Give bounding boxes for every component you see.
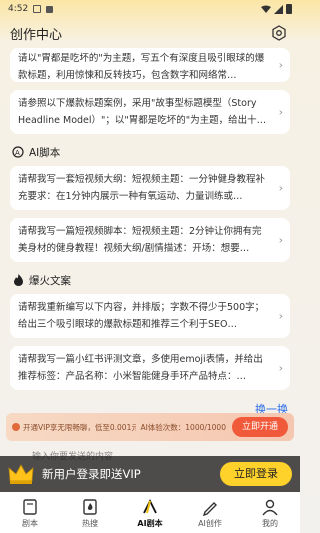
- pen-icon: [202, 502, 217, 516]
- open-vip-button[interactable]: 立即开通: [231, 417, 288, 437]
- section-title-label: 爆火文案: [29, 274, 71, 287]
- wifi-icon: [261, 5, 271, 13]
- book-icon: [23, 499, 37, 515]
- settings-icon[interactable]: [270, 24, 288, 42]
- prompt-card[interactable]: 请帮我写一套短视频大纲：短视频主题：一分钟健身教程补充要求：在1分钟内展示一种有…: [10, 166, 290, 210]
- ai-script-icon: [143, 498, 157, 514]
- prompt-card-text: 请帮我重新编写以下内容，并排版；字数不得少于500字；给出三个吸引眼球的爆款标题…: [18, 302, 265, 330]
- user-icon: [262, 499, 278, 516]
- prompt-card[interactable]: 请帮我写一篇短视频脚本：短视频主题：2分钟让你拥有完美身材的健身教程！视频大纲/…: [10, 218, 290, 262]
- ai-icon: A: [12, 146, 24, 158]
- prompt-card-text: 请帮我写一篇小红书评测文章，多使用emoji表情，并给出推荐标签：产品名称：小米…: [18, 354, 263, 382]
- page-header: 创作中心: [0, 18, 300, 48]
- tab-label: AI创作: [198, 519, 222, 528]
- tab-hot-search[interactable]: 热搜: [65, 498, 115, 529]
- chevron-right-icon: ›: [278, 58, 283, 72]
- chevron-right-icon: ›: [278, 309, 283, 323]
- battery-icon: [286, 4, 292, 14]
- crown-icon: [8, 464, 34, 484]
- svg-text:A: A: [15, 149, 20, 157]
- prompt-card[interactable]: 请帮我重新编写以下内容，并排版；字数不得少于500字；给出三个吸引眼球的爆款标题…: [10, 294, 290, 338]
- chevron-right-icon: ›: [278, 361, 283, 375]
- tab-ai-create[interactable]: AI创作: [185, 498, 235, 529]
- status-time: 4:52: [8, 4, 29, 14]
- signal-icon: [274, 4, 283, 14]
- prompt-card[interactable]: 请以"胃都是吃坏的"为主题，写五个有深度且吸引眼球的爆款标题，利用惊悚和反转技巧…: [10, 48, 290, 82]
- tab-label: 我的: [262, 519, 278, 528]
- bottom-tab-bar: 剧本 热搜 AI剧本 AI创作 我的: [0, 492, 300, 533]
- ai-quota-text: AI体验次数：1000/1000: [140, 422, 226, 432]
- tab-label: 热搜: [82, 519, 98, 528]
- notification-icon: [33, 5, 42, 13]
- status-left: 4:52: [8, 4, 54, 14]
- flame-icon: [12, 274, 24, 286]
- prompt-card-text: 请帮我写一篇短视频脚本：短视频主题：2分钟让你拥有完美身材的健身教程！视频大纲/…: [18, 226, 262, 254]
- vip-strip-text: 开通VIP享无限畅聊，低至0.001元/天: [23, 422, 137, 432]
- tab-label: 剧本: [22, 519, 38, 528]
- status-right: [261, 4, 292, 14]
- login-button[interactable]: 立即登录: [220, 462, 292, 486]
- tab-mine[interactable]: 我的: [245, 498, 295, 529]
- fire-search-icon: [83, 499, 97, 515]
- section-title-ai-script: A AI脚本: [0, 142, 300, 162]
- section-title-label: AI脚本: [29, 146, 61, 159]
- tab-ai-script[interactable]: AI剧本: [125, 498, 175, 529]
- prompt-card-text: 请帮我写一套短视频大纲：短视频主题：一分钟健身教程补充要求：在1分钟内展示一种有…: [18, 174, 266, 202]
- page-title: 创作中心: [10, 27, 63, 43]
- tab-label: AI剧本: [137, 519, 163, 528]
- prompt-card[interactable]: 请帮我写一篇小红书评测文章，多使用emoji表情，并给出推荐标签：产品名称：小米…: [10, 346, 290, 390]
- prompt-card-text: 请参照以下爆款标题案例，采用"故事型标题模型（Story Headline Mo…: [18, 98, 267, 126]
- vip-badge-icon: [12, 423, 20, 431]
- prompt-card[interactable]: 请参照以下爆款标题案例，采用"故事型标题模型（Story Headline Mo…: [10, 90, 290, 134]
- chevron-right-icon: ›: [278, 105, 283, 119]
- app-notification-icon: [46, 5, 54, 13]
- login-banner-text: 新用户登录即送VIP: [42, 467, 141, 481]
- chevron-right-icon: ›: [278, 233, 283, 247]
- status-bar: 4:52: [0, 0, 300, 18]
- prompt-card-text: 请以"胃都是吃坏的"为主题，写五个有深度且吸引眼球的爆款标题，利用惊悚和反转技巧…: [18, 53, 265, 81]
- login-banner: 新用户登录即送VIP 立即登录: [0, 456, 300, 492]
- vip-strip: 开通VIP享无限畅聊，低至0.001元/天 AI体验次数：1000/1000 立…: [6, 413, 294, 441]
- section-title-viral-copy: 爆火文案: [0, 270, 300, 290]
- tab-script[interactable]: 剧本: [5, 498, 55, 529]
- chevron-right-icon: ›: [278, 181, 283, 195]
